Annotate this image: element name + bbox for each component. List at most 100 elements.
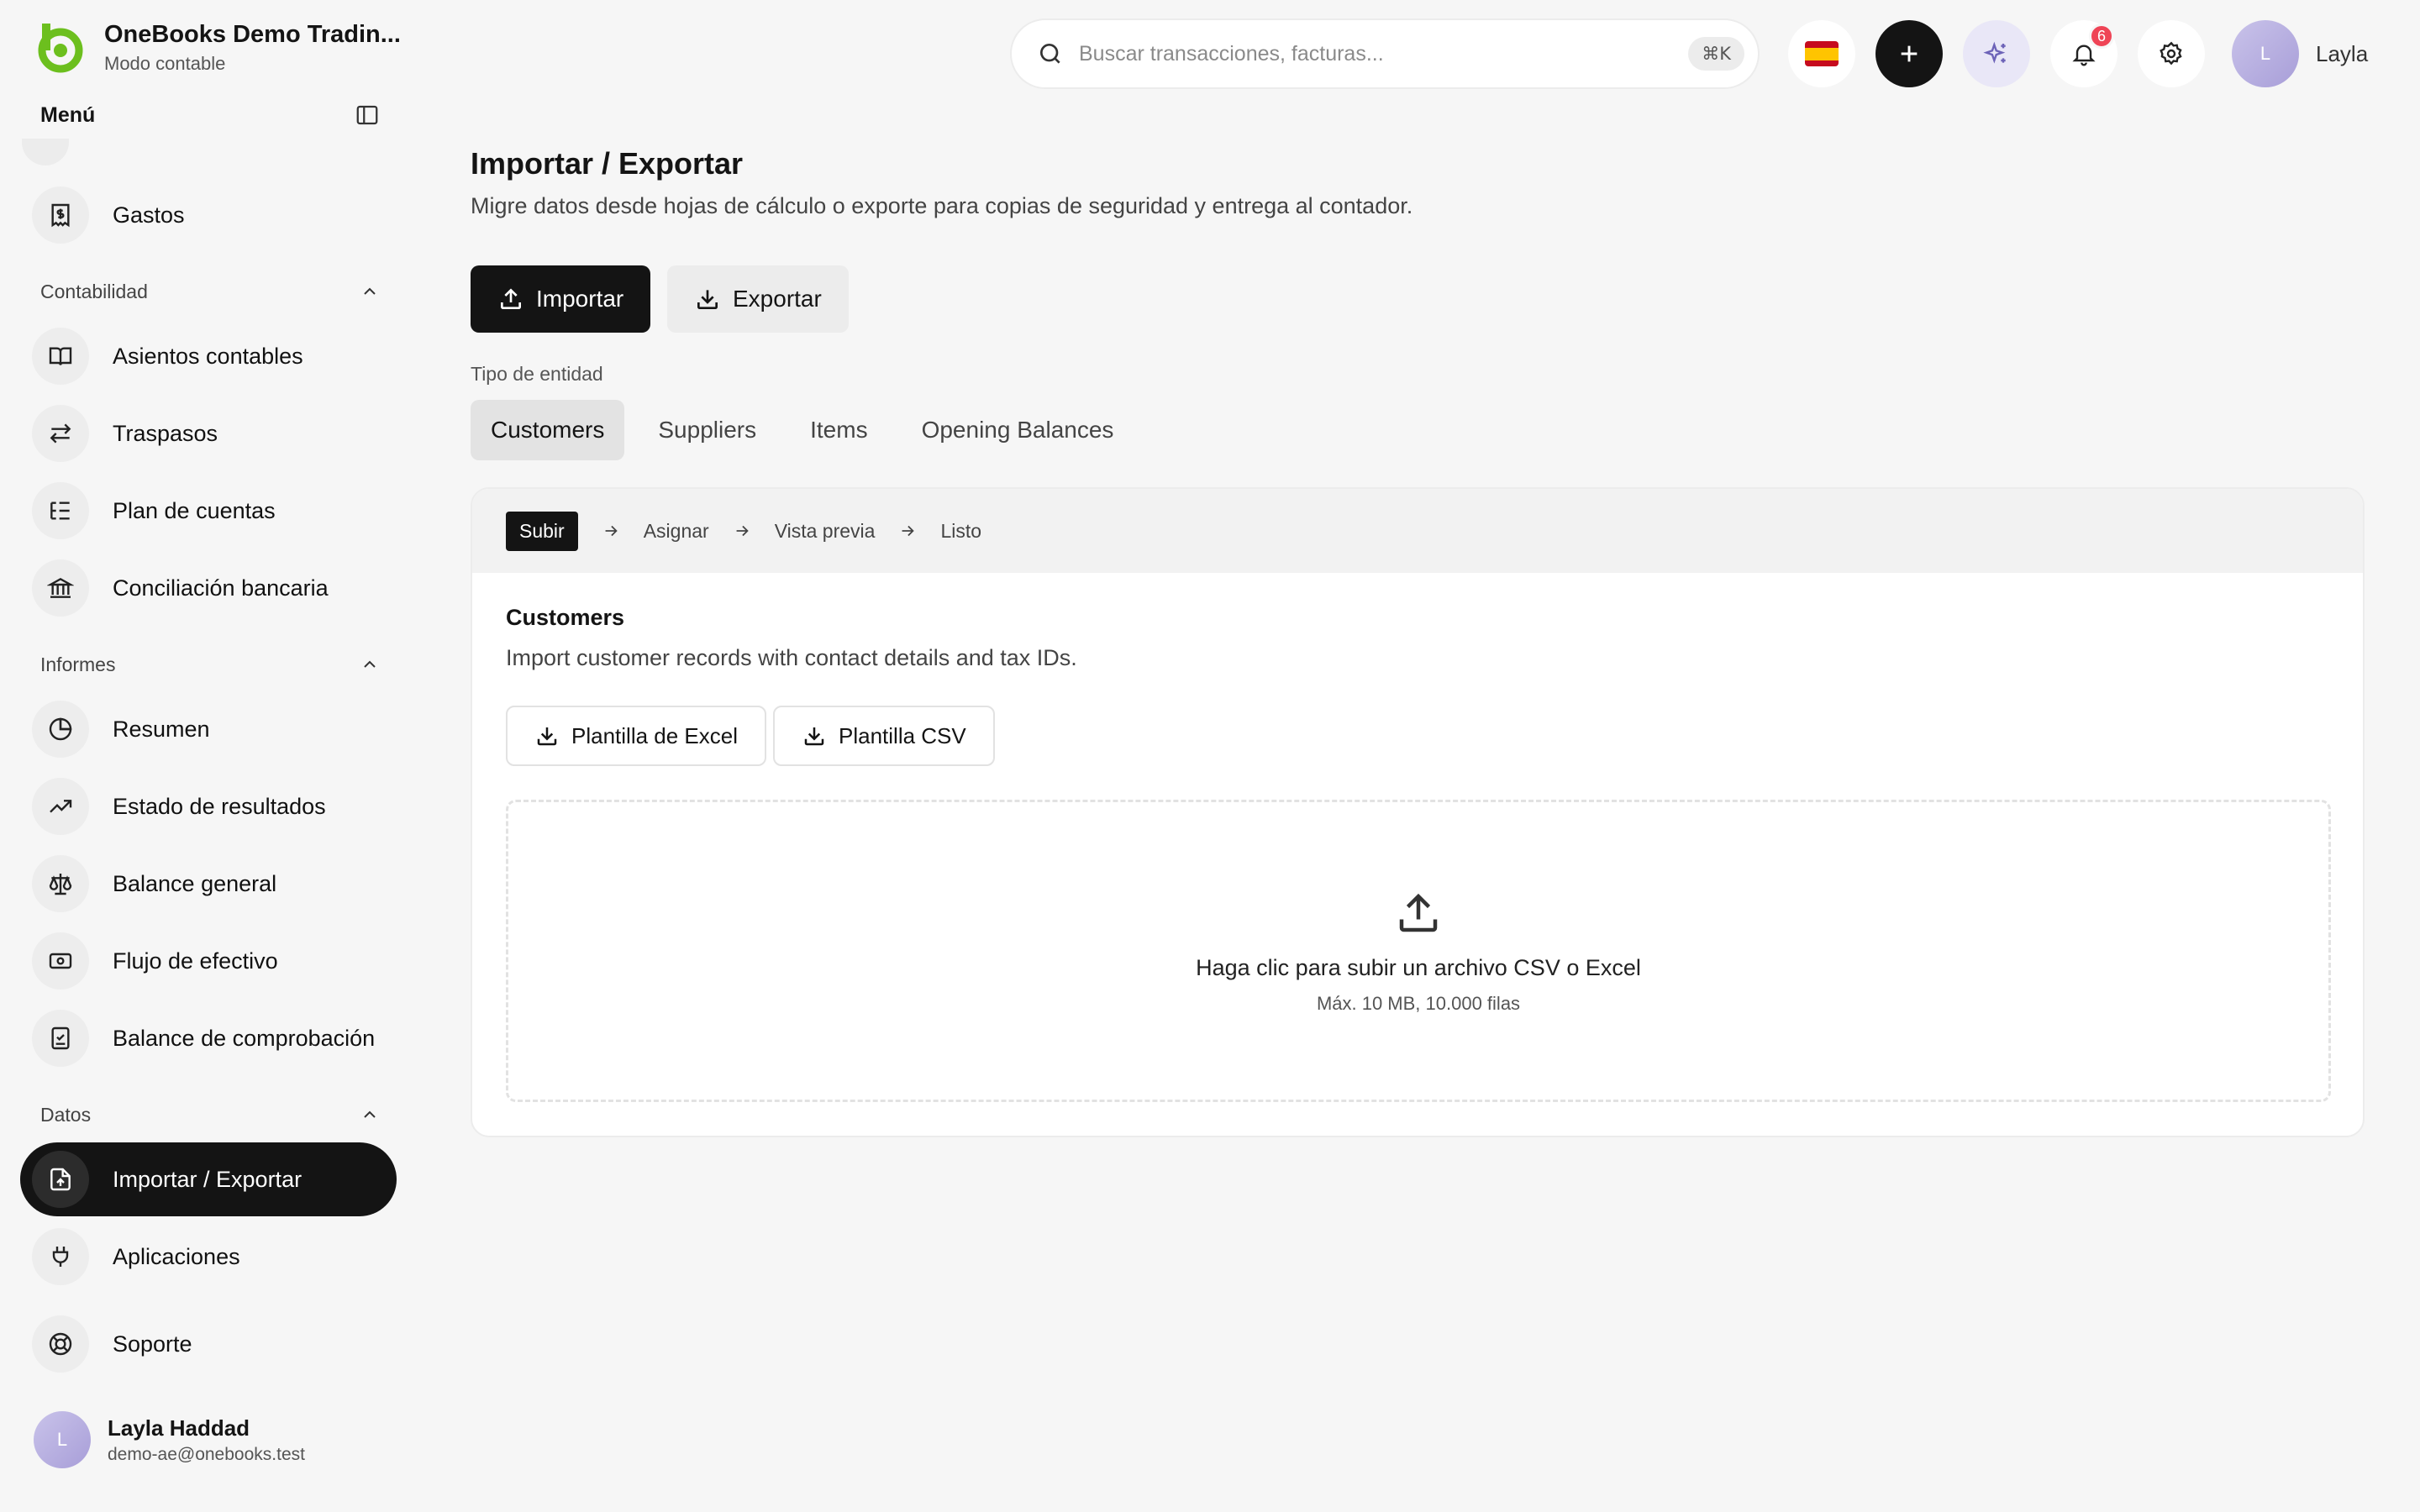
notification-badge: 6 [2089, 24, 2114, 49]
sparkles-icon [1983, 41, 2006, 64]
plus-icon [1901, 45, 1918, 62]
import-mode-button[interactable]: Importar [471, 265, 651, 333]
sidebar-user-card[interactable]: L Layla Haddad demo-ae@onebooks.test [34, 1411, 305, 1468]
sidebar-item-estado-resultados[interactable]: Estado de resultados [20, 769, 397, 843]
scrolled-nav-item-stub [22, 139, 69, 165]
sidebar-item-label: Asientos contables [113, 343, 303, 369]
sidebar-item-label: Balance de comprobación [113, 1025, 376, 1051]
arrow-right-icon [902, 525, 915, 537]
notifications-button[interactable]: 6 [2050, 20, 2118, 87]
search-icon [1040, 44, 1060, 64]
avatar: L [34, 1411, 91, 1468]
receipt-icon [32, 186, 89, 244]
sidebar-item-label: Flujo de efectivo [113, 948, 278, 974]
create-new-button[interactable] [1876, 20, 1943, 87]
sidebar-item-label: Traspasos [113, 420, 218, 446]
book-open-icon [32, 328, 89, 385]
sidebar-item-asientos[interactable]: Asientos contables [20, 319, 397, 393]
sidebar-item-label: Importar / Exportar [113, 1166, 302, 1192]
settings-button[interactable] [2138, 20, 2205, 87]
import-label: Importar [536, 286, 624, 312]
arrows-swap-icon [32, 405, 89, 462]
tab-opening-balances[interactable]: Opening Balances [902, 400, 1134, 460]
tab-items[interactable]: Items [790, 400, 887, 460]
card-title: Customers [506, 605, 625, 630]
bank-icon [32, 559, 89, 617]
sidebar-item-label: Conciliación bancaria [113, 575, 329, 601]
upload-icon [1399, 893, 1438, 932]
arrow-right-icon [736, 525, 749, 537]
card-description: Import customer records with contact det… [506, 645, 1077, 670]
sidebar-item-balance-general[interactable]: Balance general [20, 847, 397, 921]
file-dropzone[interactable]: Haga clic para subir un archivo CSV o Ex… [506, 800, 2331, 1102]
import-card: Subir Asignar Vista previa Listo Custome… [471, 487, 2365, 1137]
sidebar-item-importar-exportar[interactable]: Importar / Exportar [20, 1142, 397, 1216]
dropzone-instructions: Haga clic para subir un archivo CSV o Ex… [1196, 954, 1641, 980]
step-map: Asignar [643, 519, 709, 542]
sidebar-item-soporte[interactable]: Soporte [20, 1307, 397, 1381]
download-icon [537, 727, 557, 746]
page-subtitle: Migre datos desde hojas de cálculo o exp… [471, 193, 1413, 218]
export-label: Exportar [733, 286, 822, 312]
excel-template-label: Plantilla de Excel [571, 722, 738, 748]
sidebar-item-aplicaciones[interactable]: Aplicaciones [20, 1220, 397, 1294]
step-upload: Subir [506, 511, 578, 551]
sidebar-item-balance-comprobacion[interactable]: Balance de comprobación [20, 1001, 397, 1075]
chevron-up-icon [364, 660, 376, 668]
avatar: L [2232, 20, 2299, 87]
banknote-icon [32, 932, 89, 990]
life-buoy-icon [32, 1315, 89, 1373]
tab-customers[interactable]: Customers [471, 400, 625, 460]
sidebar-item-label: Aplicaciones [113, 1243, 240, 1269]
list-tree-icon [32, 482, 89, 539]
sidebar-item-label: Plan de cuentas [113, 497, 276, 523]
dropzone-limits: Máx. 10 MB, 10.000 filas [1316, 992, 1521, 1014]
download-icon [697, 290, 718, 309]
sidebar-item-plan-cuentas[interactable]: Plan de cuentas [20, 474, 397, 548]
ai-assistant-button[interactable] [1963, 20, 2030, 87]
menu-title: Menú [40, 102, 96, 127]
entity-type-label: Tipo de entidad [471, 363, 603, 385]
section-label: Informes [40, 653, 116, 675]
user-email: demo-ae@onebooks.test [108, 1444, 305, 1464]
upload-icon [501, 288, 521, 309]
sidebar-item-traspasos[interactable]: Traspasos [20, 396, 397, 470]
section-label: Contabilidad [40, 280, 148, 302]
tab-suppliers[interactable]: Suppliers [638, 400, 776, 460]
brand[interactable]: OneBooks Demo Tradin... Modo contable [32, 18, 401, 76]
entity-tabs: Customers Suppliers Items Opening Balanc… [471, 400, 1147, 460]
scale-icon [32, 855, 89, 912]
chevron-up-icon [364, 1110, 376, 1118]
gear-icon [2160, 41, 2182, 66]
section-datos[interactable]: Datos [40, 1102, 380, 1127]
top-user-name: Layla [2316, 40, 2369, 66]
export-mode-button[interactable]: Exportar [667, 265, 849, 333]
search-shortcut: ⌘K [1688, 37, 1744, 71]
search-input[interactable] [1079, 41, 1689, 66]
sidebar-item-resumen[interactable]: Resumen [20, 692, 397, 766]
sidebar-collapse-icon[interactable] [355, 102, 380, 128]
user-name: Layla Haddad [108, 1415, 250, 1441]
section-informes[interactable]: Informes [40, 652, 380, 677]
excel-template-button[interactable]: Plantilla de Excel [506, 706, 766, 766]
plug-icon [32, 1228, 89, 1285]
download-icon [804, 727, 824, 746]
step-preview: Vista previa [774, 519, 876, 542]
sidebar-item-flujo-efectivo[interactable]: Flujo de efectivo [20, 924, 397, 998]
csv-template-label: Plantilla CSV [839, 722, 966, 748]
page-title: Importar / Exportar [471, 146, 744, 181]
menu-header: Menú [40, 101, 380, 129]
onebooks-logo-icon [38, 24, 83, 73]
user-menu[interactable]: L Layla [2232, 20, 2368, 87]
sidebar-item-label: Gastos [113, 202, 185, 228]
language-button[interactable] [1788, 20, 1855, 87]
sidebar-item-gastos[interactable]: Gastos [20, 178, 397, 252]
chevron-up-icon [364, 287, 376, 295]
search-bar[interactable]: ⌘K [1010, 18, 1760, 89]
section-contabilidad[interactable]: Contabilidad [40, 279, 380, 304]
trending-up-icon [32, 778, 89, 835]
sidebar-item-conciliacion[interactable]: Conciliación bancaria [20, 551, 397, 625]
clipboard-check-icon [32, 1010, 89, 1067]
csv-template-button[interactable]: Plantilla CSV [773, 706, 995, 766]
spain-flag-icon [1805, 41, 1839, 66]
